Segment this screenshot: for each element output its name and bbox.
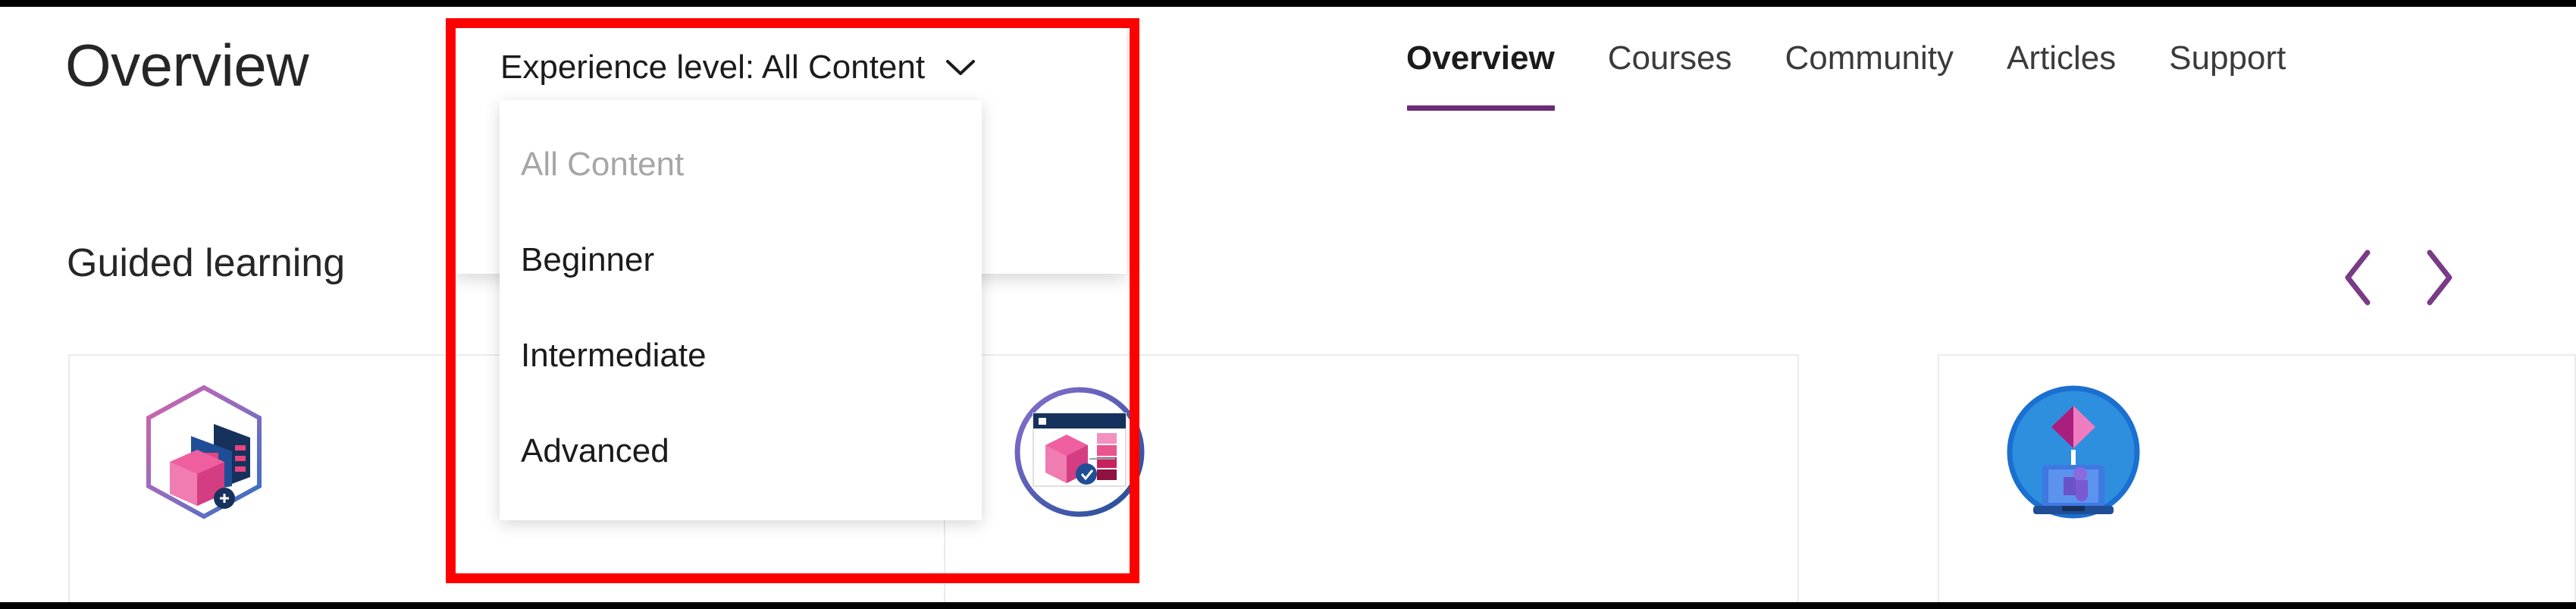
experience-level-option-advanced[interactable]: Advanced [500, 403, 982, 499]
experience-level-dropdown-label: Experience level: All Content [500, 49, 926, 86]
experience-level-option-all-content[interactable]: All Content [500, 117, 982, 212]
nav-item-community[interactable]: Community [1785, 42, 1954, 75]
experience-level-options-menu: All Content Beginner Intermediate Advanc… [500, 100, 982, 520]
carousel-controls [2340, 248, 2457, 307]
nav-item-support[interactable]: Support [2169, 42, 2286, 75]
experience-level-option-beginner[interactable]: Beginner [500, 212, 982, 308]
nav-item-overview[interactable]: Overview [1406, 42, 1555, 111]
experience-level-filter: Experience level: All Content All Conten… [455, 24, 1127, 520]
hexagon-badge-dashboard-icon [146, 385, 262, 520]
guided-learning-card[interactable] [1938, 354, 2576, 602]
section-heading-guided-learning: Guided learning [67, 241, 346, 285]
chevron-right-icon [2427, 250, 2452, 306]
carousel-next-button[interactable] [2422, 248, 2457, 307]
chevron-down-icon [946, 60, 976, 75]
circle-badge-laptop-teams-icon [2007, 385, 2140, 519]
chevron-left-icon [2345, 250, 2371, 306]
nav-item-courses[interactable]: Courses [1608, 42, 1732, 75]
page-title: Overview [65, 32, 309, 99]
nav-item-articles[interactable]: Articles [2007, 42, 2116, 75]
screenshot-frame: Overview Guided learning Overview Course… [0, 0, 2576, 609]
experience-level-dropdown-button[interactable]: Experience level: All Content [500, 51, 976, 84]
circle-badge-browser-cube-icon [1014, 387, 1145, 517]
experience-level-option-intermediate[interactable]: Intermediate [500, 308, 982, 403]
guided-learning-card[interactable] [944, 354, 1799, 602]
carousel-prev-button[interactable] [2340, 248, 2375, 307]
guided-learning-card-row [0, 354, 2576, 602]
page-canvas: Overview Guided learning Overview Course… [0, 7, 2576, 602]
top-navigation: Overview Courses Community Articles Supp… [1406, 42, 2286, 111]
